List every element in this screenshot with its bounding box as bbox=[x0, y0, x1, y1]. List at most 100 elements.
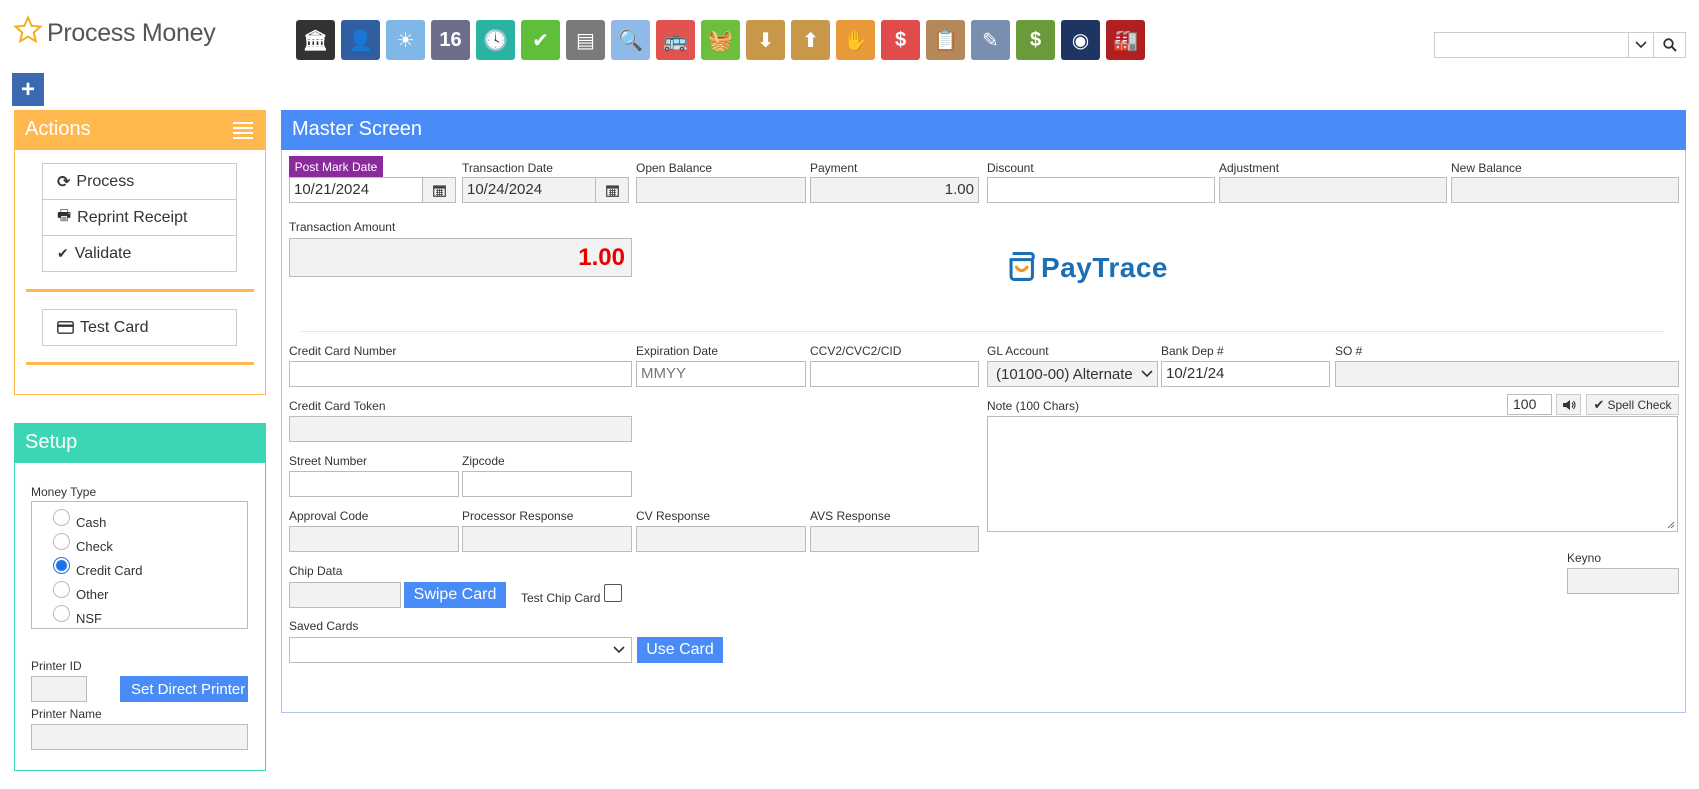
bank-icon[interactable]: 🏛 bbox=[296, 20, 335, 60]
test-chip-card-checkbox[interactable] bbox=[604, 584, 622, 602]
approval-code-input[interactable] bbox=[289, 526, 459, 552]
radio-credit-card[interactable]: Credit Card bbox=[53, 557, 142, 578]
hand-money-icon[interactable]: ✋ bbox=[836, 20, 875, 60]
spell-check-button[interactable]: ✔ Spell Check bbox=[1586, 394, 1679, 415]
person-icon[interactable]: 👤 bbox=[341, 20, 380, 60]
processor-response-input[interactable] bbox=[462, 526, 632, 552]
basket-icon[interactable]: 🧺 bbox=[701, 20, 740, 60]
search-input[interactable] bbox=[1434, 32, 1629, 58]
bank-dep-label: Bank Dep # bbox=[1161, 344, 1224, 358]
street-number-input[interactable] bbox=[289, 471, 459, 497]
avs-response-input[interactable] bbox=[810, 526, 979, 552]
paytrace-logo: PayTrace bbox=[1008, 244, 1168, 292]
resize-handle-icon[interactable] bbox=[1667, 521, 1675, 529]
radio-button[interactable] bbox=[53, 509, 70, 526]
cv-response-label: CV Response bbox=[636, 509, 711, 523]
money-icon[interactable]: $ bbox=[1016, 20, 1055, 60]
spell-check-label: Spell Check bbox=[1607, 397, 1672, 412]
radio-check[interactable]: Check bbox=[53, 533, 113, 554]
saved-cards-select[interactable] bbox=[289, 637, 632, 663]
separator bbox=[301, 331, 1664, 332]
box-upload-icon[interactable]: ⬆ bbox=[791, 20, 830, 60]
expiration-date-input[interactable]: MMYY bbox=[636, 361, 806, 387]
transaction-date-input[interactable]: 10/24/2024 bbox=[462, 177, 596, 203]
refresh-icon: ⟳ bbox=[57, 173, 71, 191]
payment-input[interactable]: 1.00 bbox=[810, 177, 979, 203]
add-button[interactable]: + bbox=[12, 73, 44, 106]
passport-icon[interactable]: ◉ bbox=[1061, 20, 1100, 60]
magnifier-icon[interactable]: 🔍 bbox=[611, 20, 650, 60]
printer-name-input[interactable] bbox=[31, 724, 248, 750]
box-download-icon[interactable]: ⬇ bbox=[746, 20, 785, 60]
reprint-receipt-button[interactable]: 🖶 Reprint Receipt bbox=[42, 199, 237, 236]
radio-button[interactable] bbox=[53, 605, 70, 622]
approval-code-label: Approval Code bbox=[289, 509, 369, 523]
paytrace-logo-text: PayTrace bbox=[1041, 252, 1168, 283]
radio-button[interactable] bbox=[53, 581, 70, 598]
open-balance-label: Open Balance bbox=[636, 161, 713, 175]
expiration-date-label: Expiration Date bbox=[636, 344, 719, 358]
checkmark-icon[interactable]: ✔ bbox=[521, 20, 560, 60]
master-title: Master Screen bbox=[281, 110, 1686, 150]
printer-id-input[interactable] bbox=[31, 676, 87, 702]
search-dropdown-button[interactable] bbox=[1629, 32, 1654, 58]
post-mark-date-label: Post Mark Date bbox=[289, 156, 383, 177]
divider bbox=[26, 362, 254, 365]
clock-icon[interactable]: 🕓 bbox=[476, 20, 515, 60]
factory-icon[interactable]: 🏭 bbox=[1106, 20, 1145, 60]
speaker-button[interactable] bbox=[1556, 394, 1581, 415]
zipcode-input[interactable] bbox=[462, 471, 632, 497]
process-button[interactable]: ⟳ Process bbox=[42, 163, 237, 200]
calendar-16-icon[interactable]: 16 bbox=[431, 20, 470, 60]
gl-account-value: (10100-00) Alternate bbox=[996, 365, 1133, 383]
chip-data-input[interactable] bbox=[289, 582, 401, 608]
note-textarea[interactable] bbox=[987, 416, 1678, 532]
gl-account-select[interactable]: (10100-00) Alternate bbox=[987, 361, 1158, 387]
discount-input[interactable] bbox=[987, 177, 1215, 203]
transaction-amount-input[interactable]: 1.00 bbox=[289, 238, 632, 277]
so-input[interactable] bbox=[1335, 361, 1679, 387]
use-card-button[interactable]: Use Card bbox=[637, 637, 723, 663]
clipboard-icon[interactable]: 📋 bbox=[926, 20, 965, 60]
radio-cash[interactable]: Cash bbox=[53, 509, 106, 530]
radio-button[interactable] bbox=[53, 533, 70, 550]
transaction-date-calendar-button[interactable] bbox=[596, 177, 629, 203]
test-card-label: Test Card bbox=[80, 318, 149, 336]
star-outline-icon[interactable] bbox=[13, 15, 43, 45]
saved-cards-label: Saved Cards bbox=[289, 619, 359, 633]
adjustment-input[interactable] bbox=[1219, 177, 1447, 203]
search-button[interactable] bbox=[1654, 32, 1686, 58]
bank-dep-input[interactable]: 10/21/24 bbox=[1161, 361, 1330, 387]
chat-dollar-icon[interactable]: $ bbox=[881, 20, 920, 60]
post-mark-date-calendar-button[interactable] bbox=[423, 177, 456, 203]
check-icon: ✔ bbox=[1593, 396, 1605, 412]
hamburger-menu-icon[interactable] bbox=[233, 122, 253, 139]
test-card-button[interactable]: Test Card bbox=[42, 309, 237, 346]
swipe-card-button[interactable]: Swipe Card bbox=[404, 582, 506, 608]
adjustment-label: Adjustment bbox=[1219, 161, 1280, 175]
speaker-icon bbox=[1562, 399, 1576, 410]
new-balance-label: New Balance bbox=[1451, 161, 1522, 175]
open-balance-input[interactable] bbox=[636, 177, 806, 203]
printer-icon: 🖶 bbox=[57, 207, 72, 224]
radio-other[interactable]: Other bbox=[53, 581, 109, 602]
bus-icon[interactable]: 🚌 bbox=[656, 20, 695, 60]
keyno-input[interactable] bbox=[1567, 568, 1679, 594]
radio-button-selected[interactable] bbox=[53, 557, 70, 574]
set-direct-printer-button[interactable]: Set Direct Printer bbox=[120, 676, 248, 702]
pencil-note-icon[interactable]: ✎ bbox=[971, 20, 1010, 60]
weather-sun-icon[interactable]: ☀ bbox=[386, 20, 425, 60]
credit-card-icon bbox=[57, 321, 74, 334]
credit-card-number-input[interactable] bbox=[289, 361, 632, 387]
radio-nsf[interactable]: NSF bbox=[53, 605, 102, 626]
validate-button[interactable]: ✔ Validate bbox=[42, 235, 237, 272]
post-mark-date-input[interactable]: 10/21/2024 bbox=[289, 177, 423, 203]
ccv-input[interactable] bbox=[810, 361, 979, 387]
cv-response-input[interactable] bbox=[636, 526, 806, 552]
radio-label: NSF bbox=[76, 611, 102, 626]
transaction-date-label: Transaction Date bbox=[462, 161, 553, 175]
abacus-icon[interactable]: ▤ bbox=[566, 20, 605, 60]
credit-card-token-input[interactable] bbox=[289, 416, 632, 442]
new-balance-input[interactable] bbox=[1451, 177, 1679, 203]
note-char-count: 100 bbox=[1507, 394, 1552, 415]
